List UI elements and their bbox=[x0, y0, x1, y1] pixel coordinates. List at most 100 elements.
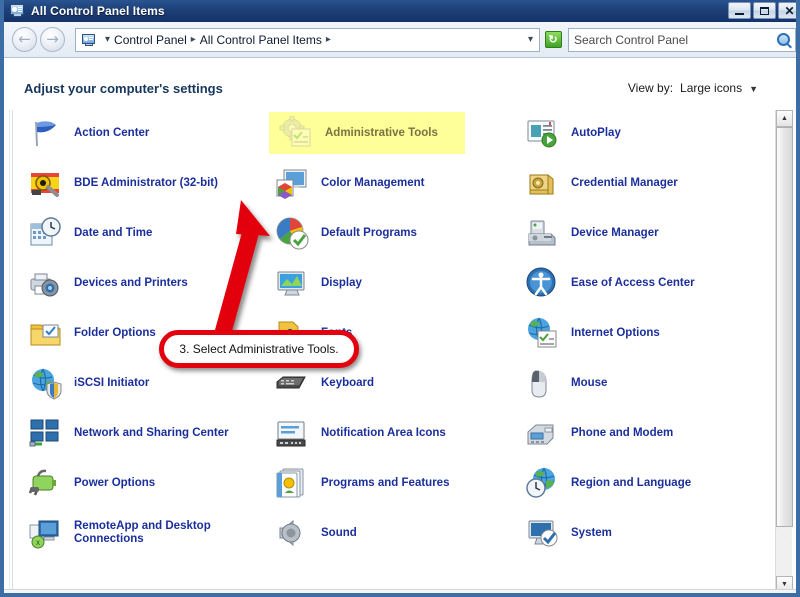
control-panel-item-label: Notification Area Icons bbox=[321, 426, 446, 439]
control-panel-item-label: Phone and Modem bbox=[571, 426, 674, 439]
flag-icon bbox=[28, 116, 62, 150]
control-panel-item-label: Date and Time bbox=[74, 226, 153, 239]
internet-options-icon bbox=[525, 316, 559, 350]
back-arrow-icon: ← bbox=[18, 30, 31, 48]
control-panel-item-default-programs[interactable]: Default Programs bbox=[269, 212, 519, 254]
control-panel-item-device-manager[interactable]: Device Manager bbox=[519, 212, 769, 254]
network-icon bbox=[28, 416, 62, 450]
control-panel-item-date-and-time[interactable]: Date and Time bbox=[22, 212, 272, 254]
refresh-button[interactable]: ↻ bbox=[542, 29, 564, 51]
control-panel-item-notification-area-icons[interactable]: Notification Area Icons bbox=[269, 412, 519, 454]
speaker-icon bbox=[275, 516, 309, 550]
control-panel-item-label: Action Center bbox=[74, 126, 150, 139]
view-by-value[interactable]: Large icons bbox=[680, 81, 742, 95]
control-panel-item-administrative-tools[interactable]: Administrative Tools bbox=[269, 112, 465, 154]
control-panel-item-label: Credential Manager bbox=[571, 176, 678, 189]
control-panel-item-ease-of-access-center[interactable]: Ease of Access Center bbox=[519, 262, 769, 304]
control-panel-item-keyboard[interactable]: Keyboard bbox=[269, 362, 519, 404]
left-rule bbox=[12, 110, 13, 593]
control-panel-item-network-and-sharing-center[interactable]: Network and Sharing Center bbox=[22, 412, 272, 454]
breadcrumb-dropdown-caret[interactable]: ▾ bbox=[528, 34, 537, 45]
control-panel-item-label: AutoPlay bbox=[571, 126, 621, 139]
control-panel-item-label: Default Programs bbox=[321, 226, 417, 239]
keyboard-icon bbox=[275, 366, 309, 400]
calendar-clock-icon bbox=[28, 216, 62, 250]
control-panel-window: All Control Panel Items ✕ ← → ▾ Control … bbox=[0, 0, 800, 597]
annotation-callout-text: 3. Select Administrative Tools. bbox=[179, 342, 339, 356]
forward-button[interactable]: → bbox=[40, 27, 65, 52]
control-panel-item-bde-administrator-32-bit[interactable]: BDE Administrator (32-bit) bbox=[22, 162, 272, 204]
breadcrumb[interactable]: ▾ Control Panel ▸ All Control Panel Item… bbox=[75, 27, 540, 52]
breadcrumb-item-control-panel[interactable]: Control Panel bbox=[114, 33, 187, 47]
breadcrumb-item-all-control-panel-items[interactable]: All Control Panel Items bbox=[200, 33, 322, 47]
control-panel-item-label: Device Manager bbox=[571, 226, 659, 239]
credential-manager-icon bbox=[525, 166, 559, 200]
breadcrumb-caret-0[interactable]: ▾ bbox=[105, 34, 110, 45]
page-title: Adjust your computer's settings bbox=[24, 81, 223, 96]
control-panel-item-devices-and-printers[interactable]: Devices and Printers bbox=[22, 262, 272, 304]
control-panel-item-label: iSCSI Initiator bbox=[74, 376, 150, 389]
control-panel-item-power-options[interactable]: Power Options bbox=[22, 462, 272, 504]
control-panel-icon bbox=[10, 3, 26, 19]
address-bar: ← → ▾ Control Panel ▸ All Control Panel … bbox=[4, 22, 796, 58]
breadcrumb-separator-2[interactable]: ▸ bbox=[326, 34, 331, 45]
control-panel-item-programs-and-features[interactable]: Programs and Features bbox=[269, 462, 519, 504]
display-icon bbox=[275, 266, 309, 300]
control-panel-item-credential-manager[interactable]: Credential Manager bbox=[519, 162, 769, 204]
control-panel-item-iscsi-initiator[interactable]: iSCSI Initiator bbox=[22, 362, 272, 404]
back-button[interactable]: ← bbox=[12, 27, 37, 52]
control-panel-item-display[interactable]: Display bbox=[269, 262, 519, 304]
scrollbar-track[interactable] bbox=[776, 127, 793, 576]
forward-arrow-icon: → bbox=[46, 30, 59, 48]
control-panel-item-color-management[interactable]: Color Management bbox=[269, 162, 519, 204]
control-panel-item-mouse[interactable]: Mouse bbox=[519, 362, 769, 404]
maximize-icon bbox=[760, 6, 769, 15]
window-title: All Control Panel Items bbox=[31, 4, 165, 18]
device-manager-icon bbox=[525, 216, 559, 250]
refresh-icon: ↻ bbox=[544, 31, 562, 48]
region-language-icon bbox=[525, 466, 559, 500]
triangle-down-icon: ▼ bbox=[781, 581, 788, 588]
control-panel-item-internet-options[interactable]: Internet Options bbox=[519, 312, 769, 354]
printer-camera-icon bbox=[28, 266, 62, 300]
control-panel-item-label: Region and Language bbox=[571, 476, 692, 489]
search-button[interactable] bbox=[772, 30, 794, 50]
bde-admin-icon bbox=[28, 166, 62, 200]
control-panel-item-system[interactable]: System bbox=[519, 512, 769, 554]
control-panel-item-label: Mouse bbox=[571, 376, 608, 389]
scrollbar-thumb[interactable] bbox=[776, 127, 793, 527]
chevron-down-icon[interactable]: ▼ bbox=[749, 84, 758, 94]
control-panel-item-label: Devices and Printers bbox=[74, 276, 188, 289]
minimize-icon bbox=[735, 12, 744, 15]
search-input[interactable] bbox=[569, 29, 772, 50]
autoplay-icon bbox=[525, 116, 559, 150]
triangle-up-icon: ▲ bbox=[781, 115, 788, 122]
default-programs-icon bbox=[275, 216, 309, 250]
control-panel-item-label: Color Management bbox=[321, 176, 425, 189]
control-panel-item-label: BDE Administrator (32-bit) bbox=[74, 176, 218, 189]
control-panel-item-label: Internet Options bbox=[571, 326, 660, 339]
close-button[interactable]: ✕ bbox=[778, 2, 796, 19]
control-panel-item-phone-and-modem[interactable]: Phone and Modem bbox=[519, 412, 769, 454]
maximize-button[interactable] bbox=[753, 2, 776, 19]
control-panel-item-label: Administrative Tools bbox=[325, 126, 438, 139]
title-bar[interactable]: All Control Panel Items ✕ bbox=[4, 0, 796, 22]
view-by-control[interactable]: View by: Large icons ▼ bbox=[628, 81, 758, 95]
vertical-scrollbar[interactable]: ▲ ▼ bbox=[775, 110, 793, 593]
system-icon bbox=[525, 516, 559, 550]
control-panel-item-sound[interactable]: Sound bbox=[269, 512, 519, 554]
minimize-button[interactable] bbox=[728, 2, 751, 19]
control-panel-item-action-center[interactable]: Action Center bbox=[22, 112, 272, 154]
left-rule-outer bbox=[9, 110, 10, 593]
breadcrumb-separator-1[interactable]: ▸ bbox=[191, 34, 196, 45]
control-panel-item-remoteapp-and-desktop-connections[interactable]: x RemoteApp and Desktop Connections bbox=[22, 512, 272, 554]
control-panel-item-region-and-language[interactable]: Region and Language bbox=[519, 462, 769, 504]
control-panel-item-label: Power Options bbox=[74, 476, 156, 489]
control-panel-item-autoplay[interactable]: AutoPlay bbox=[519, 112, 769, 154]
control-panel-item-label: Sound bbox=[321, 526, 357, 539]
search-icon bbox=[776, 33, 790, 46]
items-column-3: AutoPlay Credential Manager Device Manager… bbox=[519, 112, 769, 562]
scroll-up-button[interactable]: ▲ bbox=[776, 110, 793, 127]
control-panel-item-label: Keyboard bbox=[321, 376, 375, 389]
search-box[interactable] bbox=[568, 27, 796, 52]
